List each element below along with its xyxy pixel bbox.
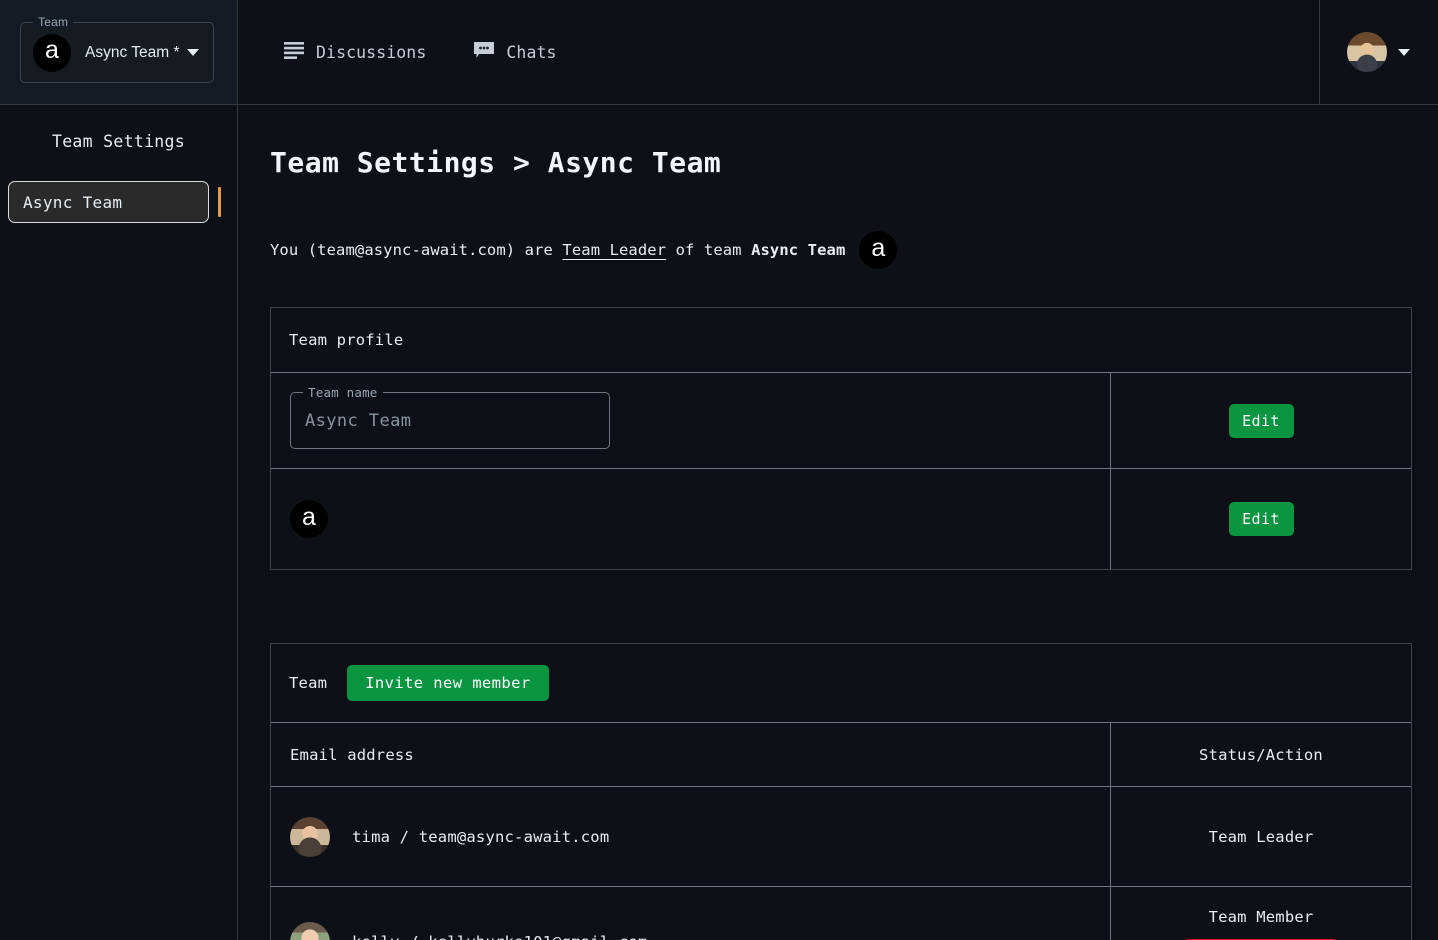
team-name-action-cell: Edit xyxy=(1111,373,1411,468)
member-avatar xyxy=(290,816,330,857)
status-badge: Team Leader xyxy=(1208,827,1314,846)
chevron-down-icon xyxy=(187,49,199,56)
page-title: Team Settings > Async Team xyxy=(270,146,722,179)
sidebar-item-async-team[interactable]: Async Team xyxy=(8,181,209,223)
table-header-row: Email address Status/Action xyxy=(271,722,1411,786)
team-profile-heading: Team profile xyxy=(289,331,404,349)
chat-bubble-icon xyxy=(474,41,495,63)
member-status-cell: Team Member Remove member xyxy=(1111,887,1411,940)
top-bar: Team a Async Team * Discussions Chats xyxy=(0,0,1438,105)
status-badge: Team Member xyxy=(1208,908,1314,926)
team-logo-icon: a xyxy=(859,231,898,269)
nav-item-discussions[interactable]: Discussions xyxy=(284,41,427,63)
user-avatar[interactable] xyxy=(1347,32,1387,72)
role-statement: You (team@async-await.com) are Team Lead… xyxy=(270,231,1438,269)
chevron-down-icon[interactable] xyxy=(1398,48,1410,56)
top-navigation: Discussions Chats xyxy=(238,0,1320,104)
invite-new-member-button[interactable]: Invite new member xyxy=(347,665,549,701)
team-logo-action-cell: Edit xyxy=(1111,469,1411,569)
role-statement-team: Async Team xyxy=(751,241,846,259)
column-header-status: Status/Action xyxy=(1199,745,1323,764)
column-header-status-cell: Status/Action xyxy=(1111,723,1411,786)
team-selector[interactable]: Team a Async Team * xyxy=(20,15,214,83)
main-content: Team Settings > Async Team You (team@asy… xyxy=(239,105,1438,940)
team-profile-card: Team profile Team name Async Team Edit a xyxy=(270,307,1412,570)
table-row: tima / team@async-await.com Team Leader xyxy=(271,786,1411,886)
sidebar: Team Settings Async Team xyxy=(0,105,238,940)
member-avatar xyxy=(290,921,330,940)
subject-lines-icon xyxy=(284,41,304,63)
member-status-cell: Team Leader xyxy=(1111,787,1411,886)
sidebar-item-label: Async Team xyxy=(23,192,123,212)
nav-item-discussions-label: Discussions xyxy=(316,42,427,62)
column-header-email: Email address xyxy=(290,745,414,764)
app-root: Team a Async Team * Discussions Chats Te… xyxy=(0,0,1438,940)
team-logo-icon: a xyxy=(33,33,71,72)
team-members-card: Team Invite new member Email address Sta… xyxy=(270,643,1412,940)
team-profile-header-row: Team profile xyxy=(271,308,1411,372)
team-name-value: Async Team xyxy=(305,410,412,431)
team-section-heading: Team xyxy=(289,674,328,692)
role-statement-middle: of team xyxy=(675,241,742,259)
nav-item-chats[interactable]: Chats xyxy=(474,41,556,63)
role-statement-role: Team Leader xyxy=(562,241,667,259)
team-name-row: Team name Async Team Edit xyxy=(271,372,1411,468)
edit-team-name-button[interactable]: Edit xyxy=(1228,403,1294,438)
table-row: kelly / kellyburke101@gmail.com Team Mem… xyxy=(271,886,1411,940)
role-statement-prefix: You (team@async-await.com) are xyxy=(270,241,553,259)
sidebar-title: Team Settings xyxy=(51,132,186,151)
user-menu[interactable] xyxy=(1320,0,1438,104)
team-members-header-row: Team Invite new member xyxy=(271,644,1411,722)
sidebar-row: Async Team xyxy=(0,181,237,223)
team-logo-icon: a xyxy=(290,500,328,538)
team-name-label: Team name xyxy=(303,385,383,400)
member-identity: tima / team@async-await.com xyxy=(352,827,610,846)
selected-indicator-bar xyxy=(218,187,221,217)
team-selector-value: Async Team * xyxy=(85,43,180,61)
edit-team-logo-button[interactable]: Edit xyxy=(1228,502,1294,536)
team-name-input[interactable]: Team name Async Team xyxy=(290,385,610,449)
team-logo-row: a Edit xyxy=(271,468,1411,569)
team-selector-legend: Team xyxy=(33,15,74,29)
nav-item-chats-label: Chats xyxy=(506,42,557,62)
member-identity: kelly / kellyburke101@gmail.com xyxy=(352,933,648,940)
team-selector-zone: Team a Async Team * xyxy=(0,0,238,104)
